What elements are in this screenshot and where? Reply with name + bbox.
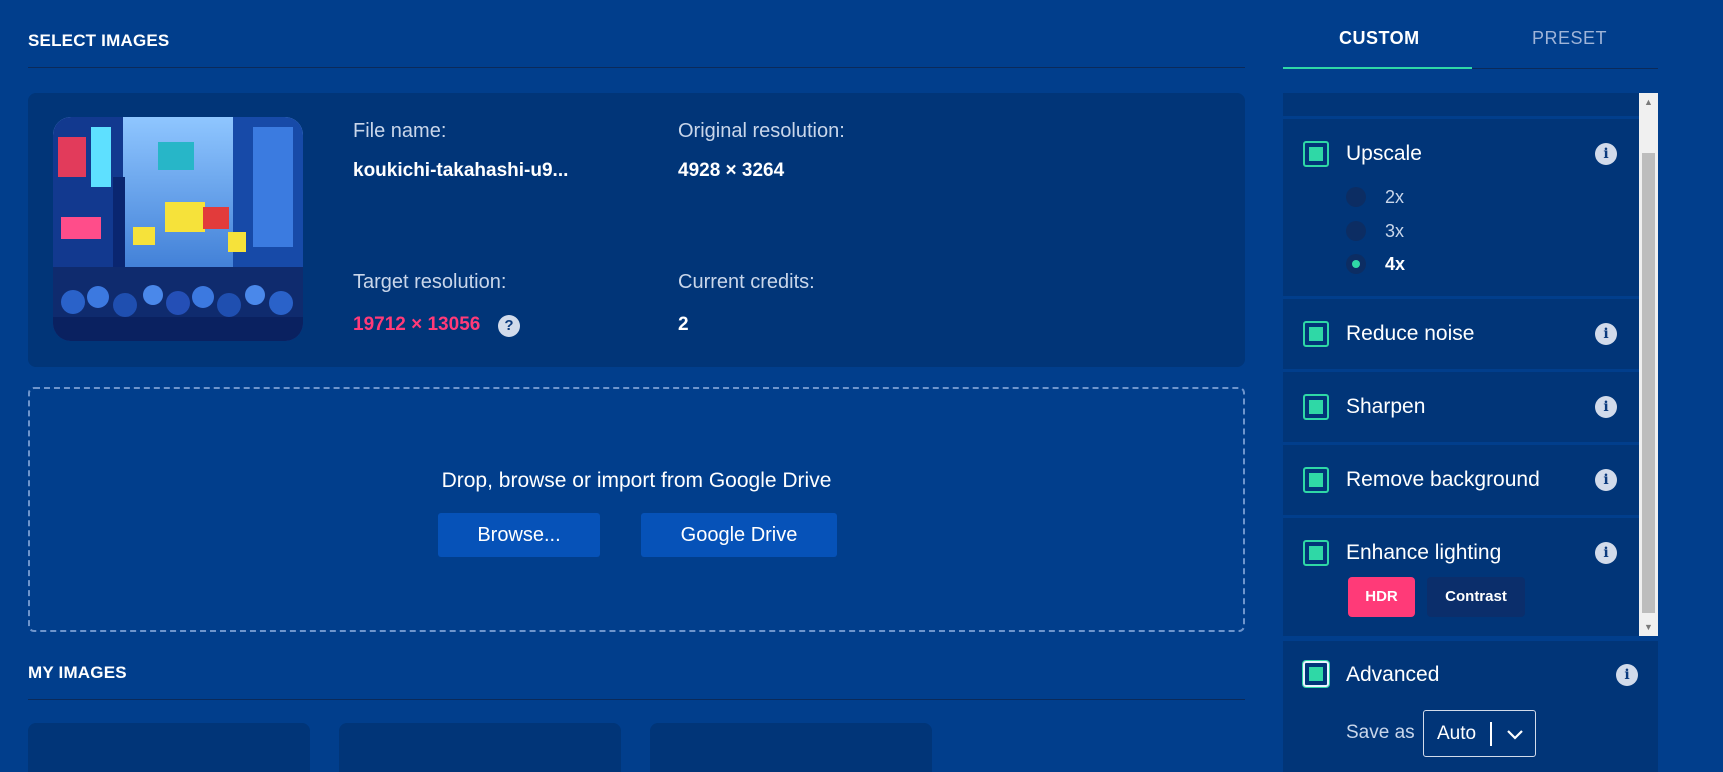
reduce-noise-option: Reduce noise i (1283, 299, 1639, 369)
select-images-heading: SELECT IMAGES (28, 31, 170, 50)
original-resolution-label: Original resolution: (678, 120, 845, 142)
my-image-card[interactable] (28, 723, 310, 772)
target-resolution-value: 19712 × 13056 (353, 314, 481, 335)
image-dropzone[interactable]: Drop, browse or import from Google Drive… (28, 387, 1245, 632)
advanced-info-icon[interactable]: i (1616, 664, 1638, 686)
chevron-down-icon (1507, 730, 1523, 740)
hdr-mode-button[interactable]: HDR (1348, 577, 1415, 617)
current-credits-value: 2 (678, 314, 689, 335)
contrast-mode-button[interactable]: Contrast (1427, 577, 1525, 617)
my-image-card[interactable] (339, 723, 621, 772)
upscale-choice-4x[interactable]: 4x (1385, 254, 1405, 275)
sharpen-info-icon[interactable]: i (1595, 396, 1617, 418)
city-street-photo (53, 117, 303, 341)
advanced-option: Advanced i Save as Auto (1283, 641, 1658, 772)
scrollbar-thumb[interactable] (1642, 153, 1655, 613)
active-tab-indicator (1283, 67, 1472, 69)
upscale-choice-3x[interactable]: 3x (1385, 221, 1404, 242)
settings-panel: Upscale i 2x 3x 4x Reduce noise i Sharpe… (1283, 93, 1658, 636)
my-images-heading: MY IMAGES (28, 663, 127, 682)
remove-background-checkbox[interactable] (1303, 467, 1329, 493)
reduce-noise-label: Reduce noise (1346, 322, 1475, 345)
upscale-label: Upscale (1346, 142, 1422, 165)
select-images-divider (28, 67, 1245, 68)
upscale-option: Upscale i 2x 3x 4x (1283, 119, 1639, 296)
target-resolution-label: Target resolution: (353, 271, 507, 293)
scroll-down-arrow-icon[interactable]: ▼ (1639, 618, 1658, 636)
image-thumbnail[interactable] (53, 117, 303, 341)
upscale-checkbox[interactable] (1303, 141, 1329, 167)
sharpen-label: Sharpen (1346, 395, 1426, 418)
advanced-checkbox[interactable] (1303, 661, 1329, 687)
enhance-lighting-option: Enhance lighting i HDR Contrast (1283, 518, 1639, 636)
my-image-card[interactable] (650, 723, 932, 772)
enhance-lighting-label: Enhance lighting (1346, 541, 1502, 564)
remove-background-info-icon[interactable]: i (1595, 469, 1617, 491)
settings-scrollbar[interactable]: ▲ ▼ (1639, 93, 1658, 636)
upscale-radio-3x[interactable] (1346, 221, 1366, 241)
target-resolution-help-icon[interactable]: ? (498, 315, 520, 337)
save-as-label: Save as (1346, 722, 1415, 743)
save-as-value: Auto (1437, 723, 1477, 744)
remove-background-option: Remove background i (1283, 445, 1639, 515)
google-drive-button[interactable]: Google Drive (641, 513, 837, 557)
current-credits-label: Current credits: (678, 271, 815, 293)
file-name-value: koukichi-takahashi-u9... (353, 160, 569, 181)
select-separator (1490, 722, 1492, 746)
tab-custom[interactable]: CUSTOM (1339, 28, 1420, 49)
reduce-noise-checkbox[interactable] (1303, 321, 1329, 347)
save-as-select[interactable]: Auto (1423, 710, 1536, 757)
enhance-lighting-checkbox[interactable] (1303, 540, 1329, 566)
sharpen-option: Sharpen i (1283, 372, 1639, 442)
enhance-lighting-info-icon[interactable]: i (1595, 542, 1617, 564)
scroll-up-arrow-icon[interactable]: ▲ (1639, 93, 1658, 111)
tab-preset[interactable]: PRESET (1532, 28, 1607, 49)
upscale-choice-2x[interactable]: 2x (1385, 187, 1404, 208)
my-images-divider (28, 699, 1245, 700)
app-page: SELECT IMAGES File name: koukichi-takaha… (0, 0, 1723, 772)
dropzone-instructions: Drop, browse or import from Google Drive (441, 469, 832, 492)
sharpen-checkbox[interactable] (1303, 394, 1329, 420)
upscale-radio-2x[interactable] (1346, 187, 1366, 207)
advanced-label: Advanced (1346, 663, 1440, 686)
original-resolution-value: 4928 × 3264 (678, 160, 785, 181)
remove-background-label: Remove background (1346, 468, 1540, 491)
browse-button[interactable]: Browse... (438, 513, 600, 557)
clipped-option-row (1283, 93, 1639, 116)
reduce-noise-info-icon[interactable]: i (1595, 323, 1617, 345)
upscale-info-icon[interactable]: i (1595, 143, 1617, 165)
selected-file-card: File name: koukichi-takahashi-u9... Orig… (28, 93, 1245, 367)
file-name-label: File name: (353, 120, 447, 142)
upscale-radio-4x[interactable] (1346, 254, 1366, 274)
